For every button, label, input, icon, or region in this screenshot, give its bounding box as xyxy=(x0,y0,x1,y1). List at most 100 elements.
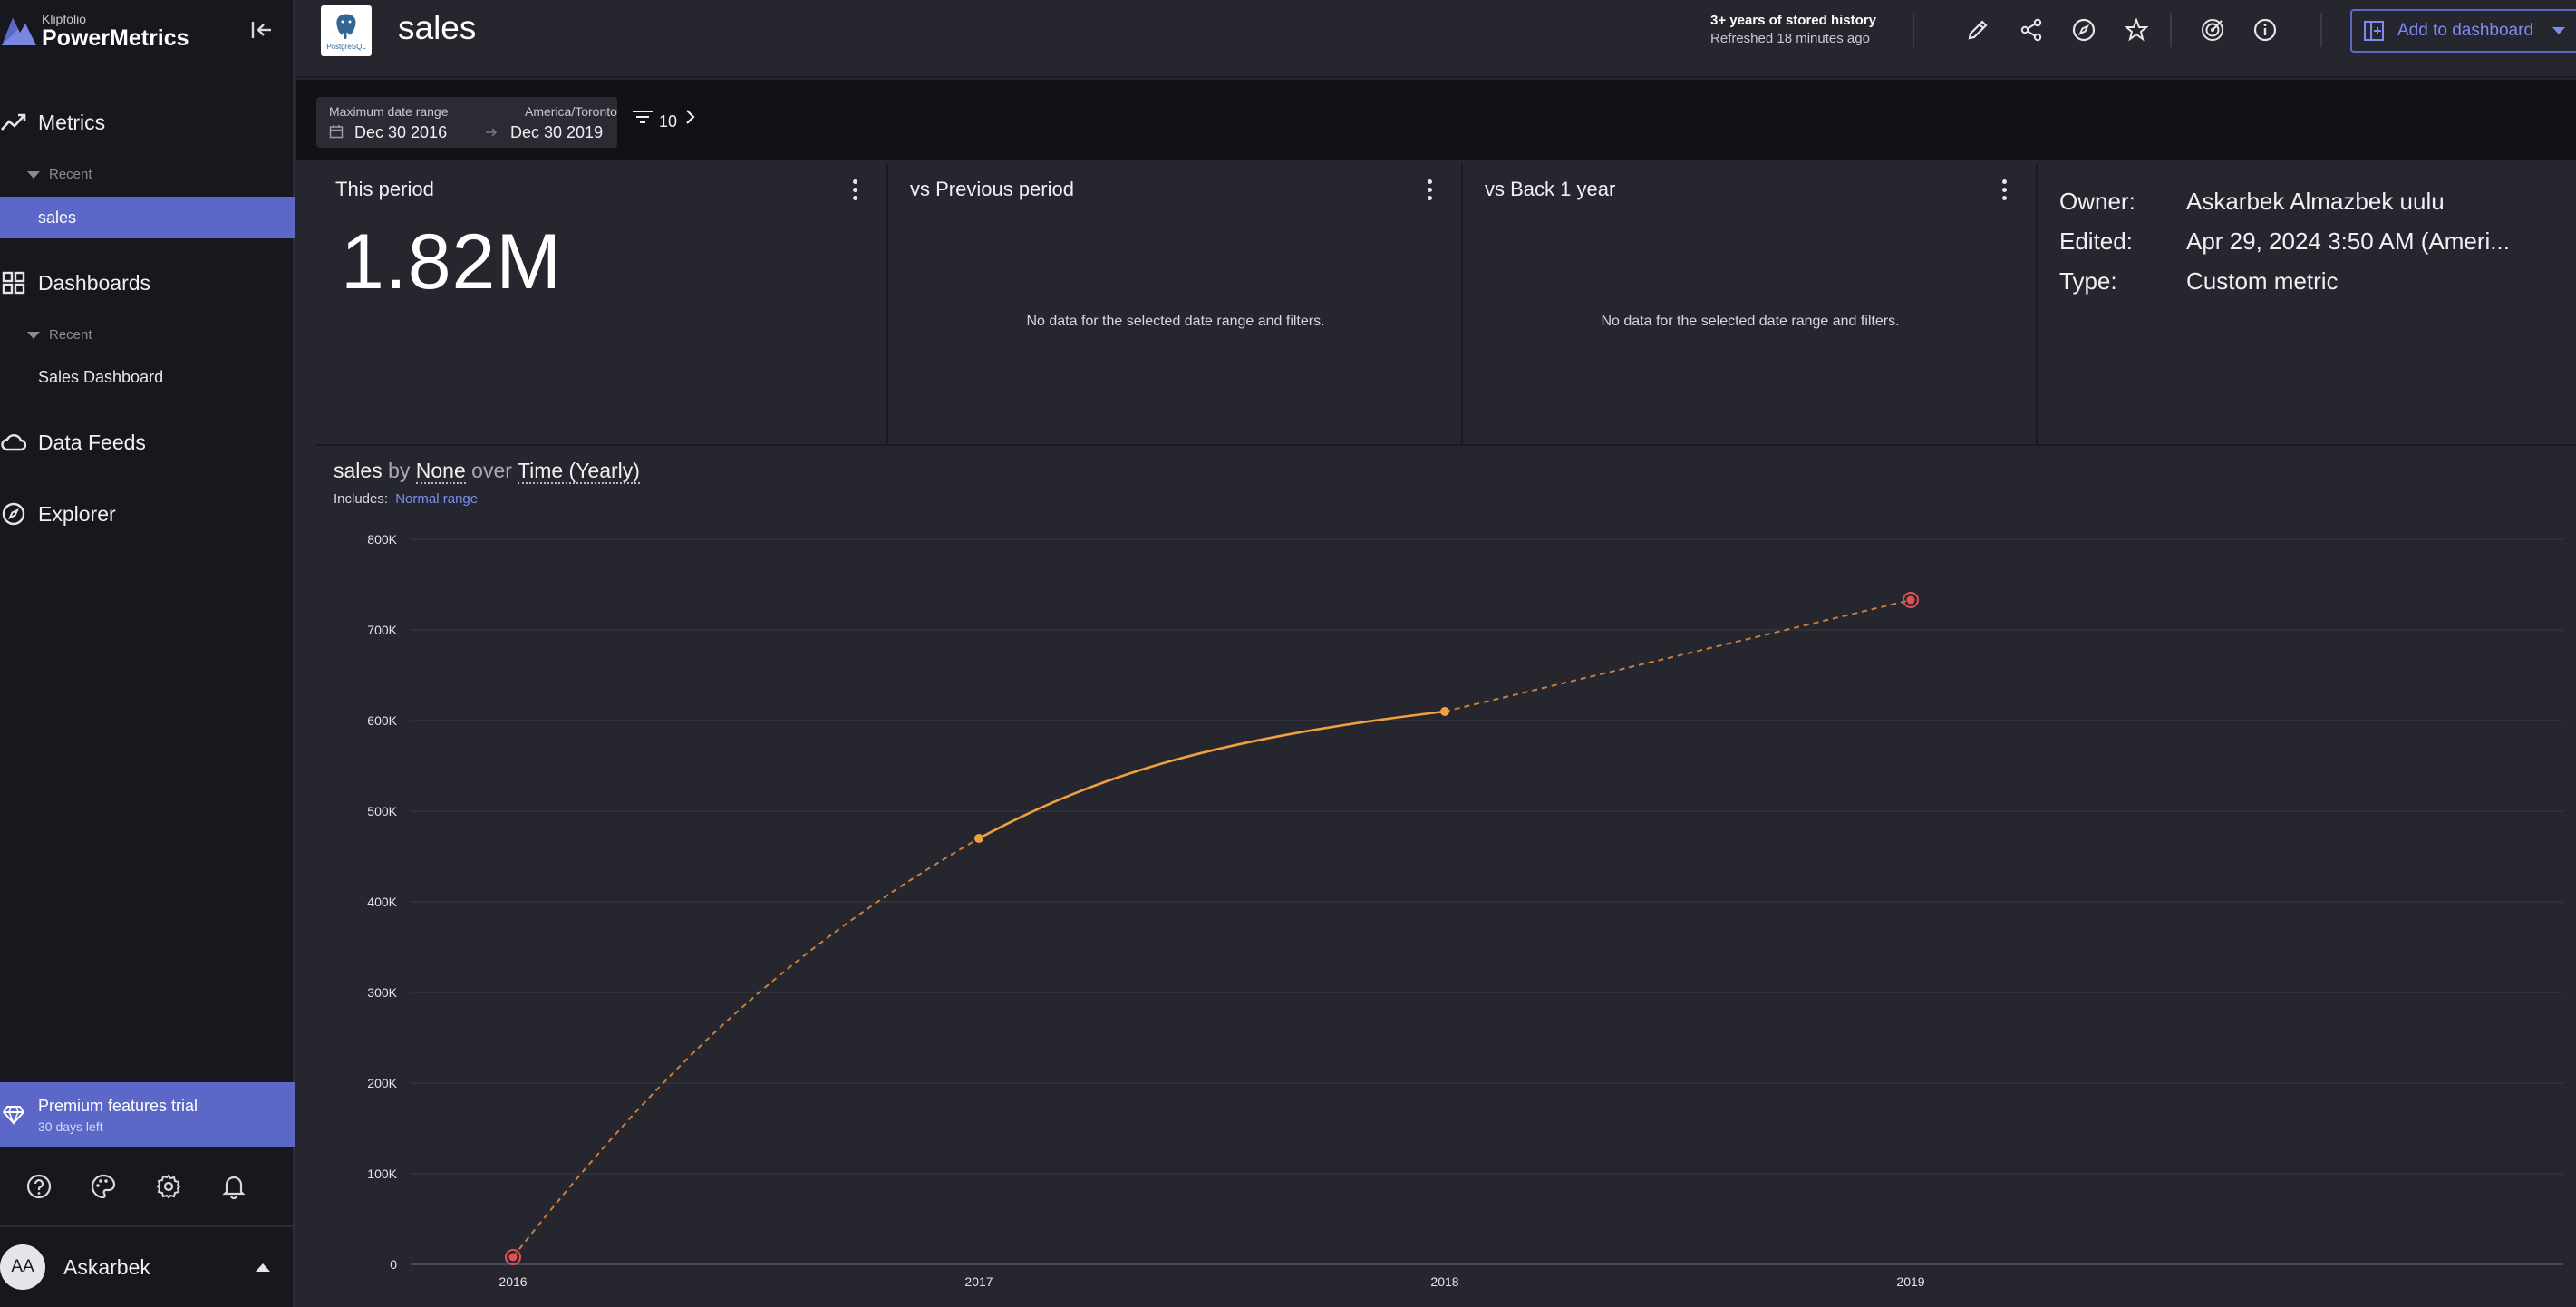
app-logo[interactable]: Klipfolio PowerMetrics xyxy=(0,11,189,51)
x-tick-label: 2016 xyxy=(499,1274,527,1289)
user-name: Askarbek xyxy=(63,1254,150,1279)
postgresql-logo-icon: PostgreSQL xyxy=(321,5,372,56)
premium-days-left: 30 days left xyxy=(38,1118,103,1134)
avatar: AA xyxy=(0,1244,45,1290)
vs-previous-title: vs Previous period xyxy=(910,178,1074,200)
filter-count: 10 xyxy=(659,112,678,131)
nav-dashboards-label: Dashboards xyxy=(38,270,151,295)
history-title: 3+ years of stored history xyxy=(1710,13,1876,28)
metrics-recent-toggle[interactable]: Recent xyxy=(27,167,92,182)
vs-year-title: vs Back 1 year xyxy=(1485,178,1616,200)
dimension-selector[interactable]: None xyxy=(415,459,466,484)
timezone-label: America/Toronto xyxy=(525,104,617,119)
owner-value: Askarbek Almazbek uulu xyxy=(2186,187,2445,215)
arrow-right-icon xyxy=(485,123,498,143)
premium-title: Premium features trial xyxy=(38,1096,199,1115)
header-divider xyxy=(2170,13,2172,47)
bell-icon[interactable] xyxy=(218,1170,250,1203)
explore-compass-icon[interactable] xyxy=(2068,15,2099,45)
y-tick-label: 0 xyxy=(390,1257,397,1272)
date-range-picker[interactable]: Maximum date range America/Toronto Dec 3… xyxy=(316,97,617,148)
page-header: PostgreSQL sales 3+ years of stored hist… xyxy=(296,0,2576,78)
metrics-recent-label: Recent xyxy=(49,167,92,182)
x-tick-label: 2018 xyxy=(1430,1274,1458,1289)
add-to-dashboard-button[interactable]: Add to dashboard xyxy=(2350,9,2576,53)
y-tick-label: 200K xyxy=(367,1076,397,1090)
nav-data-feeds[interactable]: Data Feeds xyxy=(0,422,295,462)
collapse-sidebar-button[interactable] xyxy=(247,16,277,44)
diamond-icon xyxy=(0,1105,27,1125)
edited-value: Apr 29, 2024 3:50 AM (Ameri... xyxy=(2186,227,2510,255)
nav-metrics-label: Metrics xyxy=(38,110,106,134)
vs-year-empty-message: No data for the selected date range and … xyxy=(1601,314,1900,329)
filter-bar: Maximum date range America/Toronto Dec 3… xyxy=(296,80,2576,160)
x-tick-label: 2019 xyxy=(1896,1274,1924,1289)
date-from: Dec 30 2016 xyxy=(354,123,448,141)
add-dashboard-icon xyxy=(2363,20,2390,42)
dashboards-recent-toggle[interactable]: Recent xyxy=(27,327,92,343)
more-vertical-icon[interactable] xyxy=(1418,176,1441,203)
palette-icon[interactable] xyxy=(87,1170,120,1203)
vs-year-panel: vs Back 1 year No data for the selected … xyxy=(1465,163,2038,444)
logo-big-text: PowerMetrics xyxy=(42,24,189,51)
help-icon[interactable] xyxy=(23,1170,55,1203)
chart-title-by: by xyxy=(388,459,411,482)
premium-trial-banner[interactable]: Premium features trial 30 days left xyxy=(0,1082,295,1147)
sidebar-item-sales[interactable]: sales xyxy=(0,197,295,238)
time-granularity-selector[interactable]: Time (Yearly) xyxy=(517,459,640,484)
gear-icon[interactable] xyxy=(152,1170,185,1203)
sidebar-item-sales-dashboard[interactable]: Sales Dashboard xyxy=(0,356,295,398)
chevron-right-icon xyxy=(684,109,695,130)
user-menu[interactable]: AA Askarbek xyxy=(0,1225,295,1307)
caret-down-icon[interactable] xyxy=(2552,27,2565,34)
this-period-value: 1.82M xyxy=(341,218,563,305)
nav-data-feeds-label: Data Feeds xyxy=(38,430,146,454)
nav-explorer[interactable]: Explorer xyxy=(0,494,295,534)
calendar-icon xyxy=(329,124,344,139)
x-tick-label: 2017 xyxy=(964,1274,993,1289)
goal-target-icon[interactable] xyxy=(2197,15,2228,45)
y-tick-label: 600K xyxy=(367,713,397,728)
chart-area: 0 100K 200K 300K 400K 500K 600K 700K 800K 2016 201… xyxy=(315,446,2576,1307)
date-to: Dec 30 2019 xyxy=(510,123,604,141)
y-tick-label: 500K xyxy=(367,804,397,818)
share-icon[interactable] xyxy=(2016,15,2047,45)
normal-range-link[interactable]: Normal range xyxy=(395,491,478,507)
series-line-projected xyxy=(512,837,980,1258)
dashboards-recent-label: Recent xyxy=(49,327,92,343)
owner-key: Owner: xyxy=(2059,187,2135,215)
add-to-dashboard-label: Add to dashboard xyxy=(2397,21,2534,40)
y-tick-label: 400K xyxy=(367,895,397,909)
star-icon[interactable] xyxy=(2121,15,2152,45)
klipfolio-logo-icon xyxy=(0,13,40,49)
caret-down-icon xyxy=(27,331,40,339)
filters-button[interactable]: 10 xyxy=(632,107,695,131)
date-range-label: Maximum date range xyxy=(329,104,449,119)
info-icon[interactable] xyxy=(2250,15,2281,45)
includes-row: Includes: Normal range xyxy=(334,491,478,507)
more-vertical-icon[interactable] xyxy=(843,176,867,203)
trend-icon xyxy=(0,109,27,136)
edit-pencil-icon[interactable] xyxy=(1962,15,1993,45)
series-line xyxy=(978,710,1446,840)
nav-explorer-label: Explorer xyxy=(38,501,116,526)
caret-up-icon xyxy=(256,1263,270,1272)
nav-metrics[interactable]: Metrics xyxy=(0,102,295,142)
y-tick-label: 300K xyxy=(367,985,397,1000)
header-divider xyxy=(2320,13,2322,47)
this-period-title: This period xyxy=(335,178,434,200)
sidebar: Klipfolio PowerMetrics Metrics Recent sa… xyxy=(0,0,295,1307)
dashboard-grid-icon xyxy=(0,269,27,296)
nav-dashboards[interactable]: Dashboards xyxy=(0,263,295,303)
refresh-status: Refreshed 18 minutes ago xyxy=(1710,30,1870,46)
data-point xyxy=(508,1253,518,1262)
chart-title-metric: sales xyxy=(334,459,383,482)
type-value: Custom metric xyxy=(2186,266,2339,295)
series-line-projected xyxy=(1444,599,1912,712)
includes-label: Includes: xyxy=(334,491,389,507)
type-key: Type: xyxy=(2059,266,2117,295)
db-logo-caption: PostgreSQL xyxy=(326,43,366,51)
data-point xyxy=(1440,707,1449,716)
more-vertical-icon[interactable] xyxy=(1992,176,2016,203)
cloud-icon xyxy=(0,429,27,456)
